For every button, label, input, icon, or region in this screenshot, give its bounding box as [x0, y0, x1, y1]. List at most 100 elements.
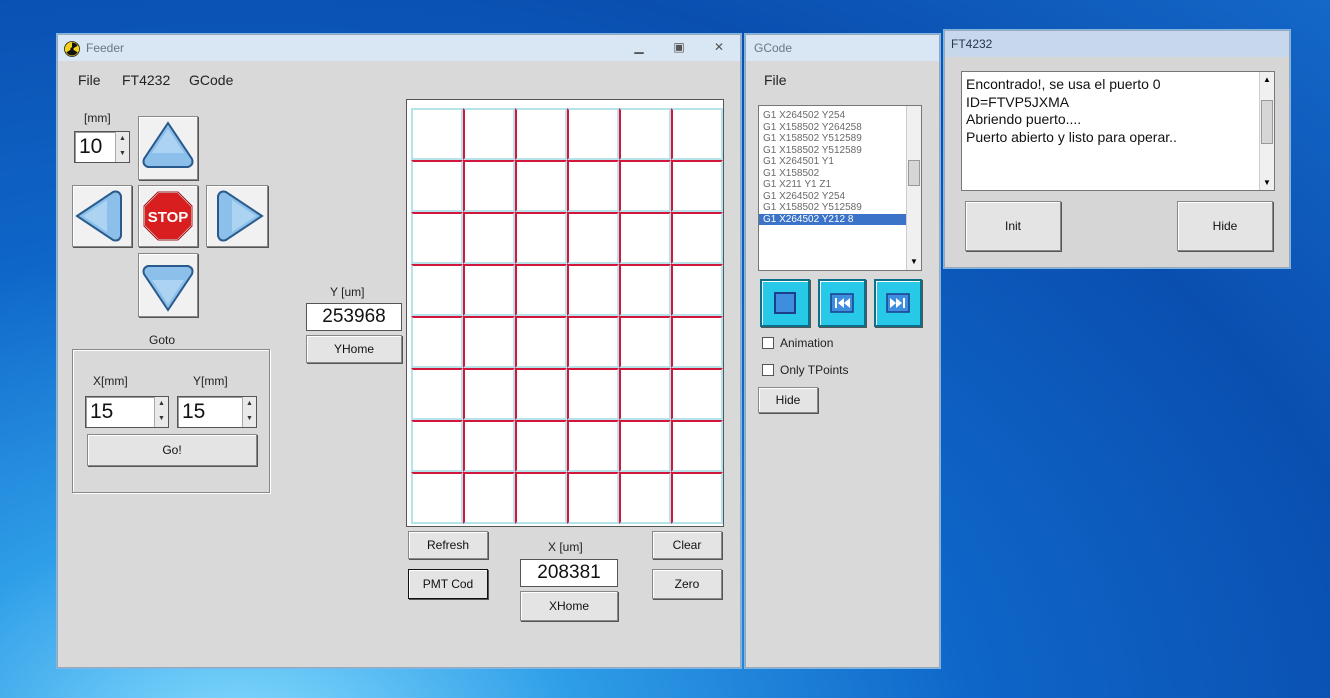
grid-cell [515, 368, 567, 420]
gcode-line[interactable]: G1 X264502 Y254 [759, 110, 907, 122]
xhome-button[interactable]: XHome [520, 591, 618, 621]
menu-file[interactable]: File [78, 72, 101, 88]
grid-cell [411, 368, 463, 420]
step-size-spinner[interactable]: 10 ▲ ▼ [74, 131, 130, 163]
refresh-button[interactable]: Refresh [408, 531, 488, 559]
grid-cell [567, 108, 619, 160]
scroll-down-icon[interactable]: ▼ [907, 257, 921, 266]
scroll-down-icon[interactable]: ▼ [1260, 178, 1274, 187]
jog-up-button[interactable] [138, 116, 198, 180]
clear-button[interactable]: Clear [652, 531, 722, 559]
gcode-title: GCode [754, 41, 793, 55]
spin-down-icon[interactable]: ▼ [243, 412, 256, 427]
spin-down-icon[interactable]: ▼ [116, 147, 129, 162]
grid-cell [619, 316, 671, 368]
grid-cell [411, 264, 463, 316]
gcode-rewind-button[interactable] [818, 279, 866, 327]
ft4232-titlebar[interactable]: FT4232 [945, 31, 1289, 57]
jog-left-button[interactable] [72, 185, 132, 247]
gcode-scrollbar[interactable]: ▼ [906, 106, 921, 270]
scroll-thumb[interactable] [1261, 100, 1273, 144]
gcode-line[interactable]: G1 X158502 Y264258 [759, 122, 907, 134]
grid-cell [567, 212, 619, 264]
grid-cell [463, 212, 515, 264]
grid-cell [567, 264, 619, 316]
grid-cell [411, 472, 463, 524]
animation-label: Animation [780, 336, 834, 350]
stop-sign-icon: STOP [143, 191, 193, 241]
gcode-stop-button[interactable] [760, 279, 810, 327]
step-size-arrows[interactable]: ▲ ▼ [115, 132, 129, 162]
feeder-menubar: File FT4232 GCode [58, 69, 740, 91]
grid-cell [463, 108, 515, 160]
scroll-thumb[interactable] [908, 160, 920, 186]
gcode-line[interactable]: G1 X264502 Y254 [759, 191, 907, 203]
stop-button[interactable]: STOP [138, 185, 198, 247]
grid-cell [671, 316, 723, 368]
gcode-line[interactable]: G1 X211 Y1 Z1 [759, 179, 907, 191]
go-button[interactable]: Go! [87, 434, 257, 466]
grid-cell [515, 264, 567, 316]
goto-x-spinner[interactable]: 15 ▲ ▼ [85, 396, 169, 428]
goto-legend: Goto [149, 333, 176, 347]
gcode-list[interactable]: G1 X264502 Y254 G1 X158502 Y264258 G1 X158… [758, 105, 922, 271]
gcode-line[interactable]: G1 X158502 Y512589 [759, 145, 907, 157]
menu-ft4232[interactable]: FT4232 [122, 72, 170, 88]
ft4232-scrollbar[interactable]: ▲ ▼ [1259, 72, 1274, 190]
gcode-line[interactable]: G1 X158502 Y512589 [759, 133, 907, 145]
goto-y-spinner[interactable]: 15 ▲ ▼ [177, 396, 257, 428]
grid-cell [515, 472, 567, 524]
arrow-right-icon [217, 190, 264, 242]
position-grid[interactable] [406, 99, 724, 527]
gcode-line[interactable]: G1 X158502 [759, 168, 907, 180]
x-position-label: X [um] [548, 540, 583, 554]
gcode-titlebar[interactable]: GCode [746, 35, 939, 61]
grid-cell [411, 160, 463, 212]
close-icon[interactable]: ✕ [708, 39, 730, 55]
log-line: Encontrado!, se usa el puerto 0 [966, 76, 1161, 92]
grid-cell [463, 420, 515, 472]
gcode-hide-button[interactable]: Hide [758, 387, 818, 413]
feeder-titlebar[interactable]: Feeder ▁ ▣ ✕ [58, 35, 740, 61]
log-line: ID=FTVP5JXMA [966, 93, 1070, 110]
jog-right-button[interactable] [206, 185, 268, 247]
gcode-line[interactable]: G1 X158502 Y512589 [759, 202, 907, 214]
ft4232-title: FT4232 [951, 37, 993, 51]
gcode-line[interactable]: G1 X264501 Y1 [759, 156, 907, 168]
restore-icon[interactable]: ▣ [668, 39, 690, 55]
gcode-menu-file[interactable]: File [764, 72, 787, 88]
goto-y-arrows[interactable]: ▲ ▼ [242, 397, 256, 427]
goto-group: X[mm] Y[mm] 15 ▲ ▼ 15 ▲ ▼ Go! [72, 349, 270, 493]
log-line: Abriendo puerto.... [966, 111, 1082, 127]
grid-cell [567, 472, 619, 524]
spin-up-icon[interactable]: ▲ [243, 397, 256, 412]
yhome-button[interactable]: YHome [306, 335, 402, 363]
pmt-cod-button[interactable]: PMT Cod [408, 569, 488, 599]
grid-cell [515, 316, 567, 368]
ft4232-hide-button[interactable]: Hide [1177, 201, 1273, 251]
animation-checkbox[interactable] [762, 337, 774, 349]
grid-cell [619, 160, 671, 212]
ft4232-log[interactable]: Encontrado!, se usa el puerto 0 ID=FTVP5J… [961, 71, 1275, 191]
gcode-line[interactable]: G1 X264502 Y212 8 [759, 213, 907, 225]
grid-cell [463, 316, 515, 368]
gcode-forward-button[interactable] [874, 279, 922, 327]
grid-cell [671, 212, 723, 264]
feeder-title: Feeder [86, 41, 125, 55]
scroll-up-icon[interactable]: ▲ [1260, 75, 1274, 84]
spin-up-icon[interactable]: ▲ [116, 132, 129, 147]
minimize-icon[interactable]: ▁ [628, 39, 650, 55]
only-tpoints-checkbox[interactable] [762, 364, 774, 376]
skip-forward-icon [886, 293, 910, 313]
spin-down-icon[interactable]: ▼ [155, 412, 168, 427]
init-button[interactable]: Init [965, 201, 1061, 251]
jog-down-button[interactable] [138, 253, 198, 317]
menu-gcode[interactable]: GCode [189, 72, 233, 88]
grid-cell [411, 420, 463, 472]
grid-cell [515, 160, 567, 212]
spin-up-icon[interactable]: ▲ [155, 397, 168, 412]
goto-x-arrows[interactable]: ▲ ▼ [154, 397, 168, 427]
zero-button[interactable]: Zero [652, 569, 722, 599]
grid-cell [671, 264, 723, 316]
feeder-window: Feeder ▁ ▣ ✕ File FT4232 GCode [mm] 10 ▲… [57, 34, 741, 668]
